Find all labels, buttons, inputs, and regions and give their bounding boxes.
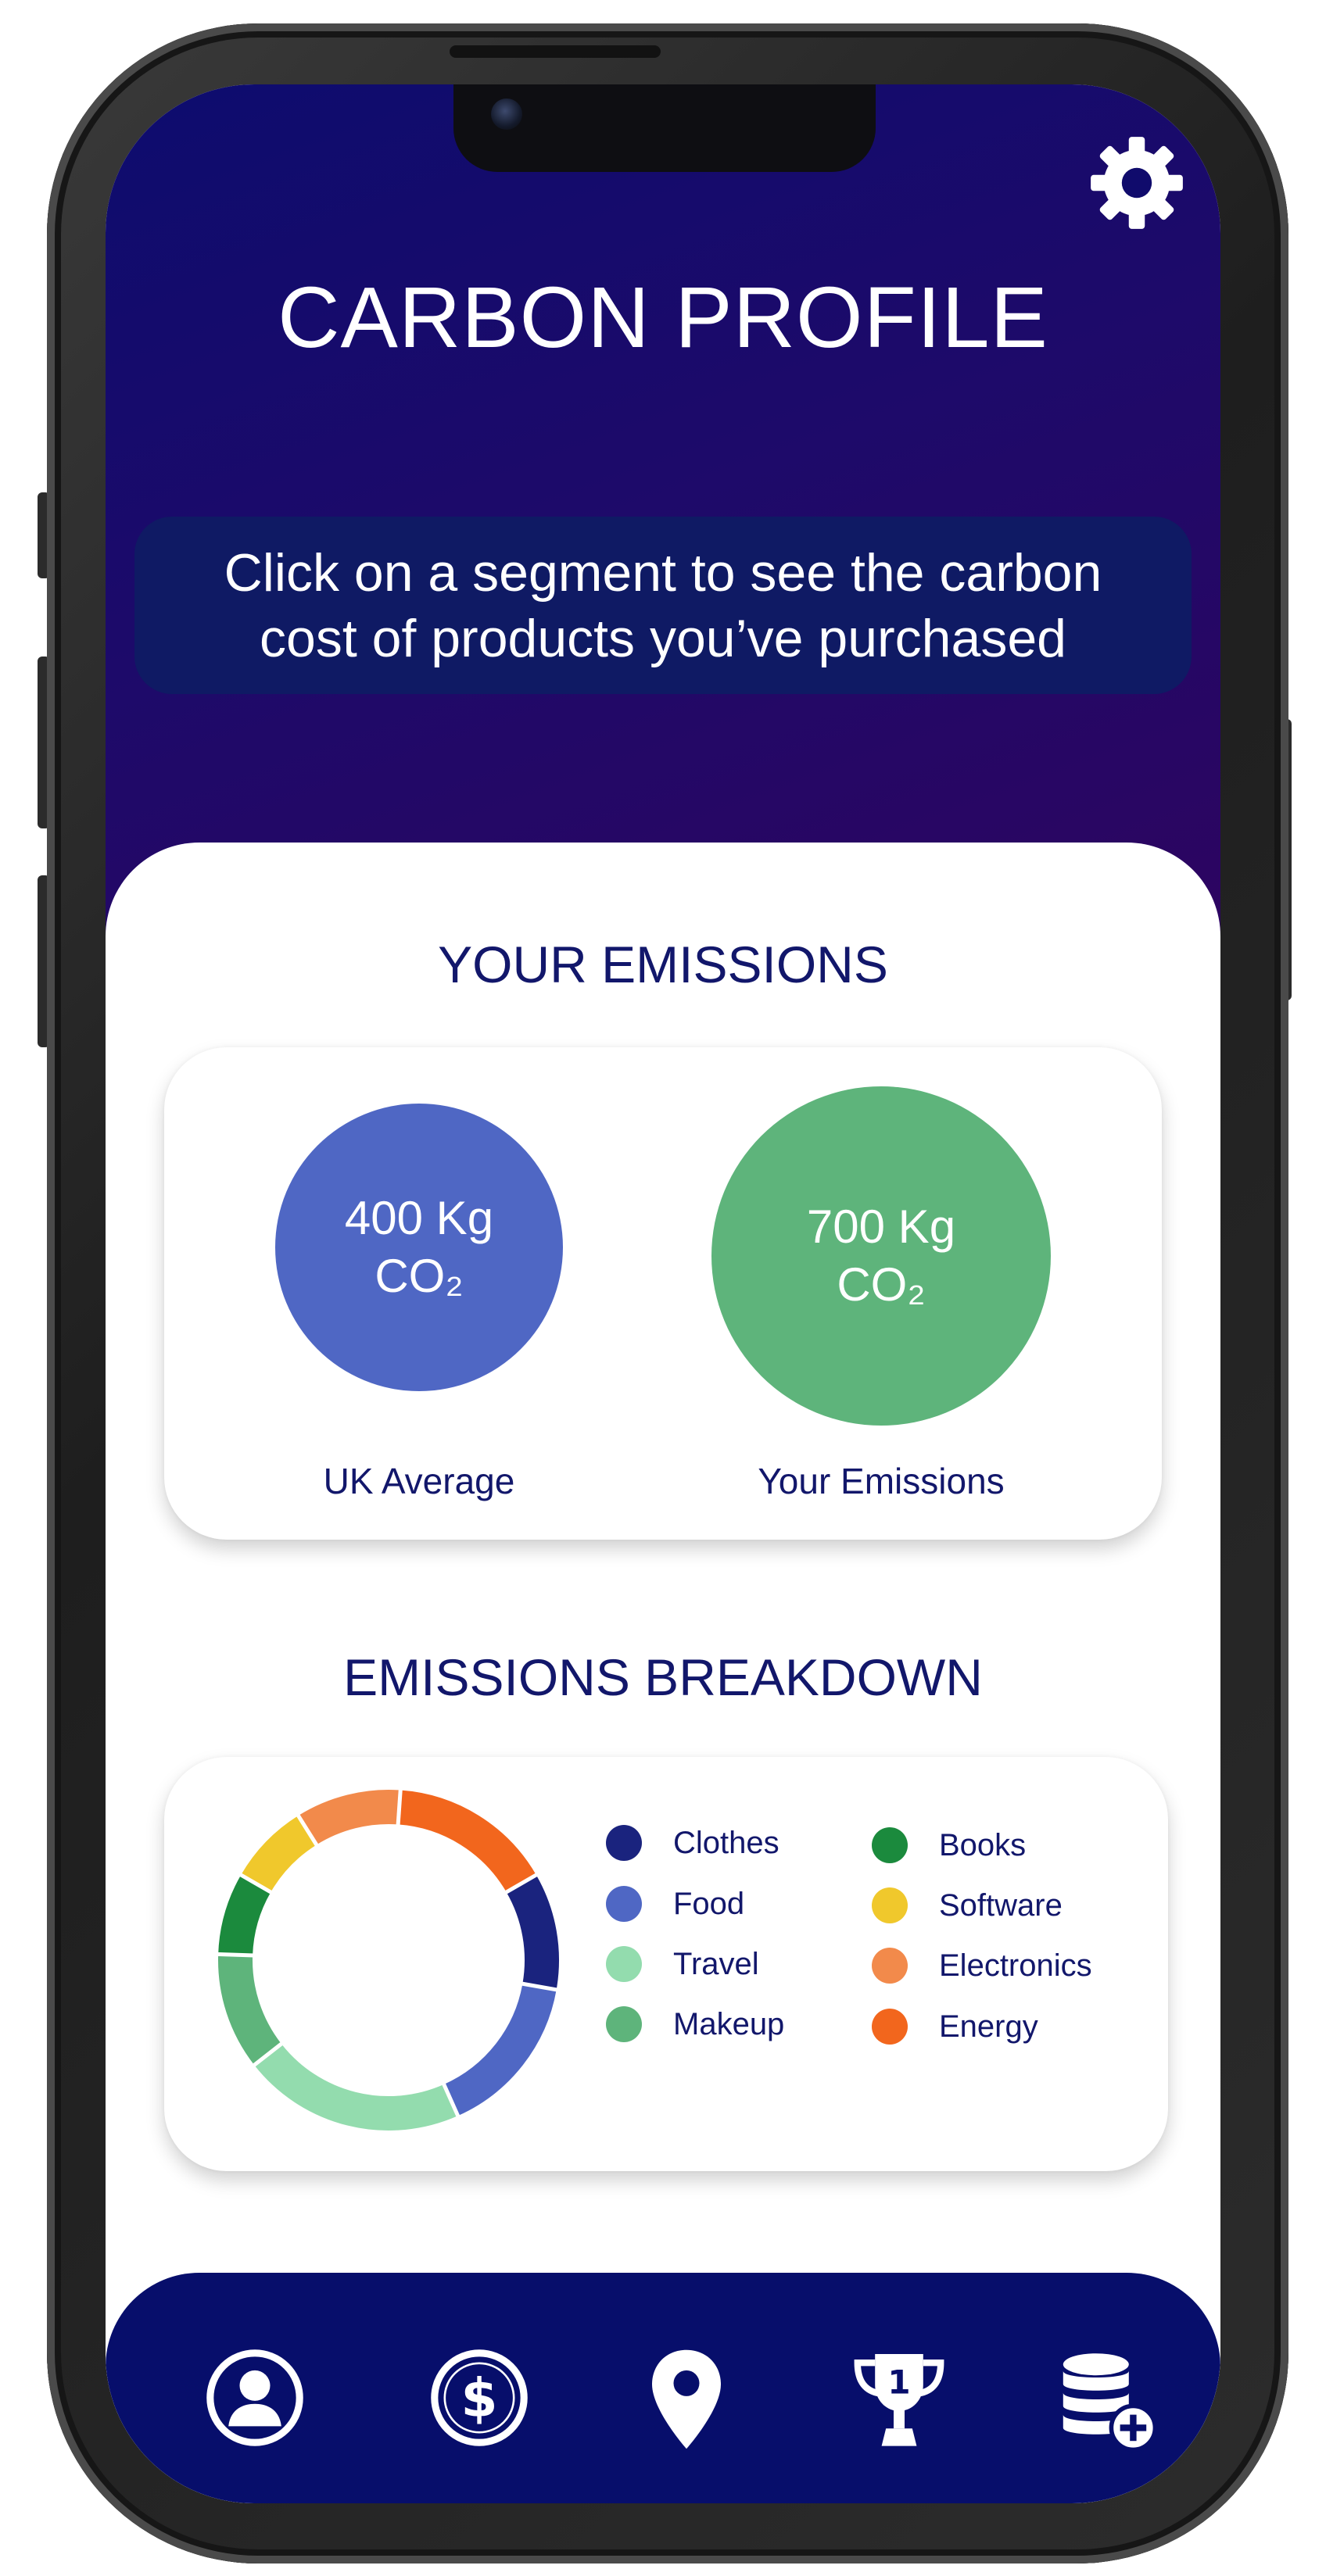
emissions-title: YOUR EMISSIONS xyxy=(438,936,888,993)
nav-spending-button[interactable]: $ xyxy=(428,2347,530,2453)
donut-segment-travel[interactable] xyxy=(254,2043,458,2131)
donut-segment-software[interactable] xyxy=(241,1816,317,1893)
legend-label-food: Food xyxy=(673,1886,745,1921)
legend-item-books: Books xyxy=(872,1827,1026,1863)
speaker-grill xyxy=(450,45,661,58)
instruction-line-2: cost of products you’ve purchased xyxy=(260,608,1066,668)
donut-separator xyxy=(396,1788,403,1826)
nav-leaderboard-button[interactable]: 1 xyxy=(844,2343,954,2456)
uk-average-circle[interactable]: 400 Kg CO₂ xyxy=(275,1104,563,1391)
svg-text:$: $ xyxy=(461,2367,497,2428)
legend-dot-energy xyxy=(872,2009,908,2045)
notch xyxy=(453,84,876,172)
your-emissions-value: 700 Kg xyxy=(806,1200,956,1253)
map-pin-icon xyxy=(652,2349,721,2449)
legend-dot-electronics xyxy=(872,1948,908,1984)
legend-label-clothes: Clothes xyxy=(673,1825,779,1860)
gear-icon xyxy=(1091,137,1183,229)
legend-item-makeup: Makeup xyxy=(606,2006,784,2042)
emissions-donut-chart[interactable] xyxy=(209,1780,568,2140)
legend-item-energy: Energy xyxy=(872,2009,1038,2045)
instruction-banner: Click on a segment to see the carbon cos… xyxy=(134,517,1192,694)
uk-average-unit: CO₂ xyxy=(375,1250,464,1302)
legend-dot-software xyxy=(872,1887,908,1923)
legend-item-food: Food xyxy=(606,1886,744,1922)
donut-separator xyxy=(217,1952,255,1958)
donut-segment-clothes[interactable] xyxy=(506,1875,559,1990)
page-title: CARBON PROFILE xyxy=(278,270,1048,366)
trophy-icon: 1 xyxy=(854,2354,944,2446)
donut-segment-books[interactable] xyxy=(218,1875,271,1956)
legend-label-travel: Travel xyxy=(673,1946,759,1981)
breakdown-title: EMISSIONS BREAKDOWN xyxy=(343,1648,983,1706)
phone-screen: CARBON PROFILE Click on a segment to see… xyxy=(106,84,1220,2503)
legend-item-electronics: Electronics xyxy=(872,1948,1092,1984)
dollar-circle-icon: $ xyxy=(431,2349,528,2446)
svg-text:1: 1 xyxy=(887,2363,910,2401)
donut-segment-food[interactable] xyxy=(443,1983,557,2116)
database-plus-icon xyxy=(1063,2353,1158,2453)
donut-segment-electronics[interactable] xyxy=(298,1790,401,1845)
uk-average-label: UK Average xyxy=(323,1461,515,1501)
legend-label-energy: Energy xyxy=(939,2009,1038,2044)
nav-location-button[interactable] xyxy=(643,2345,729,2458)
uk-average-value: 400 Kg xyxy=(344,1192,494,1244)
breakdown-card: Clothes Food Travel Makeup Books Softwar… xyxy=(164,1757,1168,2171)
your-emissions-circle[interactable]: 700 Kg CO₂ xyxy=(711,1086,1051,1426)
bottom-nav: $ 1 xyxy=(106,2273,1220,2503)
legend-label-electronics: Electronics xyxy=(939,1948,1092,1983)
legend-label-makeup: Makeup xyxy=(673,2006,785,2041)
legend-item-travel: Travel xyxy=(606,1946,759,1982)
user-circle-icon xyxy=(206,2349,303,2446)
donut-segment-makeup[interactable] xyxy=(218,1954,282,2066)
your-emissions-unit: CO₂ xyxy=(837,1258,926,1311)
legend-item-software: Software xyxy=(872,1887,1063,1923)
instruction-line-1: Click on a segment to see the carbon xyxy=(224,542,1102,603)
emissions-card: 400 Kg CO₂ 700 Kg CO₂ UK Average Your Em… xyxy=(164,1047,1162,1540)
content-panel: YOUR EMISSIONS 400 Kg CO₂ 700 Kg CO₂ UK … xyxy=(106,843,1220,2503)
legend-dot-food xyxy=(606,1886,642,1922)
nav-profile-button[interactable] xyxy=(204,2347,306,2453)
nav-add-data-button[interactable] xyxy=(1050,2345,1159,2458)
settings-button[interactable] xyxy=(1087,133,1187,233)
legend-dot-clothes xyxy=(606,1825,642,1861)
legend-dot-books xyxy=(872,1827,908,1863)
legend-item-clothes: Clothes xyxy=(606,1825,779,1861)
legend-dot-travel xyxy=(606,1946,642,1982)
legend-dot-makeup xyxy=(606,2006,642,2042)
donut-segment-energy[interactable] xyxy=(397,1790,536,1893)
legend-label-books: Books xyxy=(939,1827,1027,1862)
legend-label-software: Software xyxy=(939,1887,1063,1923)
your-emissions-label: Your Emissions xyxy=(758,1461,1005,1501)
camera-icon xyxy=(491,98,522,130)
